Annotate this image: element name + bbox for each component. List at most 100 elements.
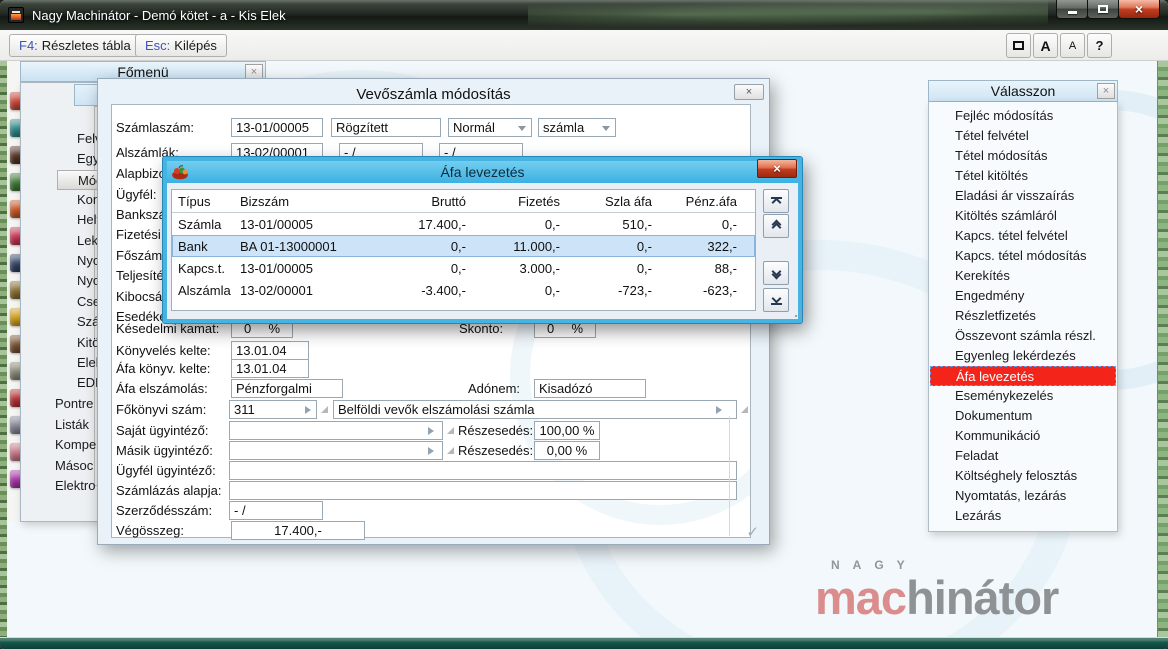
vat-cell: BA 01-13000001 [240,238,337,254]
vat-booking-date-input[interactable]: 13.01.04 [231,359,309,378]
share2-input[interactable]: 0,00 % [534,441,600,460]
vat-column-header: Pénz.áfa [685,193,737,209]
chooser-panel-header[interactable]: Válasszon × [928,80,1118,102]
scroll-to-top-button[interactable] [763,189,789,213]
billing-basis-input[interactable] [229,481,737,500]
chooser-item[interactable]: Lezárás [929,506,1117,526]
vat-accounting-input[interactable]: Pénzforgalmi [231,379,343,398]
client-clerk-input[interactable] [229,461,737,480]
own-clerk-input[interactable] [229,421,443,440]
vat-cell: 13-01/00005 [240,260,314,276]
lookup-arrow-icon[interactable] [428,447,434,455]
vat-window-title: Áfa levezetés [440,164,525,180]
chooser-item[interactable]: Tétel módosítás [929,146,1117,166]
invoice-status-input[interactable]: Rögzített [331,118,441,137]
invoice-number-input[interactable]: 13-01/00005 [231,118,323,137]
chooser-item[interactable]: Költséghely felosztás [929,466,1117,486]
chooser-item[interactable]: Engedmény [929,286,1117,306]
minimize-button[interactable] [1056,0,1088,19]
vat-table-row[interactable]: Alszámla 13-02/00001 -3.400,- 0,- -723,- -623… [172,279,755,301]
chooser-item[interactable]: Eseménykezelés [929,386,1117,406]
vat-cell: Kapcs.t. [178,260,225,276]
corner-triangle-icon [447,447,454,454]
chooser-close-button[interactable]: × [1097,83,1115,99]
chooser-item[interactable]: Kitöltés számláról [929,206,1117,226]
chooser-item[interactable]: Feladat [929,446,1117,466]
font-larger-button[interactable]: A [1033,33,1058,58]
restore-button[interactable] [1087,0,1119,19]
vat-cell: 510,- [622,216,652,232]
exit-button[interactable]: Esc: Kilépés [135,34,227,57]
vat-table-row[interactable]: Bank BA 01-13000001 0,- 11.000,- 0,- 322,- [172,235,755,257]
lookup-arrow-icon[interactable] [428,427,434,435]
vat-cell: 0,- [450,238,466,254]
chooser-item[interactable]: Kapcs. tétel módosítás [929,246,1117,266]
vat-column-header: Szla áfa [605,193,652,209]
invoice-kind-dropdown[interactable]: számla [538,118,616,137]
invoice-type-dropdown[interactable]: Normál [448,118,532,137]
chooser-item[interactable]: Részletfizetés [929,306,1117,326]
vat-table-row[interactable]: Kapcs.t. 13-01/00005 0,- 3.000,- 0,- 88,- [172,257,755,279]
help-button[interactable]: ? [1087,33,1112,58]
vat-table-row[interactable]: Számla 13-01/00005 17.400,- 0,- 510,- 0,- [172,213,755,235]
corner-triangle-icon [447,427,454,434]
restore-icon [1098,5,1108,13]
chooser-item[interactable]: Összevont számla részl. [929,326,1117,346]
vat-column-header: Bizszám [240,193,290,209]
vat-table: Típus Bizszám Bruttó Fizetés Szla áfa Pénz.áf… [171,189,756,311]
chooser-item[interactable]: Egyenleg lekérdezés [929,346,1117,366]
page-up-button[interactable] [763,214,789,238]
lookup-arrow-icon[interactable] [716,406,722,414]
tax-type-input[interactable]: Kisadózó [534,379,646,398]
invoice-dialog-close-button[interactable]: × [734,84,764,100]
chooser-item[interactable]: Nyomtatás, lezárás [929,486,1117,506]
ledger-name-input[interactable]: Belföldi vevők elszámolási számla [333,400,737,419]
chooser-item[interactable]: Kapcs. tétel felvétel [929,226,1117,246]
contract-number-input[interactable]: - / [229,501,323,520]
resize-grip[interactable] [791,307,801,317]
vat-cell: 11.000,- [513,238,560,254]
share1-input[interactable]: 100,00 % [534,421,600,440]
vat-cell: 17.400,- [418,216,466,232]
invoice-field-label: Kibocsát [116,289,164,304]
chooser-item[interactable]: Dokumentum [929,406,1117,426]
vat-cell: Bank [178,238,208,254]
vat-close-button[interactable]: × [757,159,797,178]
chooser-item[interactable]: Tétel kitöltés [929,166,1117,186]
page-down-button[interactable] [763,261,789,285]
font-smaller-button[interactable]: A [1060,33,1085,58]
chooser-item[interactable]: Tétel felvétel [929,126,1117,146]
minimize-icon [1067,10,1077,14]
close-button[interactable]: × [1118,0,1160,19]
vat-breakdown-window: Áfa levezetés × Típus Bizszám Bruttó Fizeté… [162,156,803,324]
window-size-button[interactable] [1006,33,1031,58]
question-icon: ? [1095,38,1104,53]
scroll-to-bottom-button[interactable] [763,288,789,312]
detailed-table-button[interactable]: F4: Részletes tábla [9,34,141,57]
total-input[interactable]: 17.400,- [231,521,365,540]
close-icon: × [1134,1,1144,17]
vat-cell: 0,- [544,282,560,298]
ledger-number-input[interactable]: 311 [229,400,317,419]
vat-window-titlebar[interactable]: Áfa levezetés × [167,159,798,183]
window-bottom-band [0,637,1168,649]
invoice-field-label: Fizetési [116,227,161,242]
chooser-item[interactable]: Kerekítés [929,266,1117,286]
chooser-item[interactable]: Eladási ár visszaírás [929,186,1117,206]
invoice-number-label: Számlaszám: [116,120,195,135]
late-interest-label: Késedelmi kamat: [116,321,220,336]
chooser-item[interactable]: Áfa levezetés [930,366,1116,386]
basket-icon [172,165,188,180]
booking-date-input[interactable]: 13.01.04 [231,341,309,360]
vat-column-header: Fizetés [518,193,560,209]
lookup-arrow-icon[interactable] [305,406,311,414]
chooser-item[interactable]: Fejléc módosítás [929,106,1117,126]
other-clerk-input[interactable] [229,441,443,460]
total-label: Végösszeg: [116,523,184,538]
billing-basis-label: Számlázás alapja: [116,483,222,498]
esc-key-label: Esc: [145,38,171,53]
corner-triangle-icon [321,406,328,413]
own-clerk-label: Saját ügyintéző: [116,423,209,438]
chooser-item[interactable]: Kommunikáció [929,426,1117,446]
invoice-field-label: Teljesíté [116,268,164,283]
